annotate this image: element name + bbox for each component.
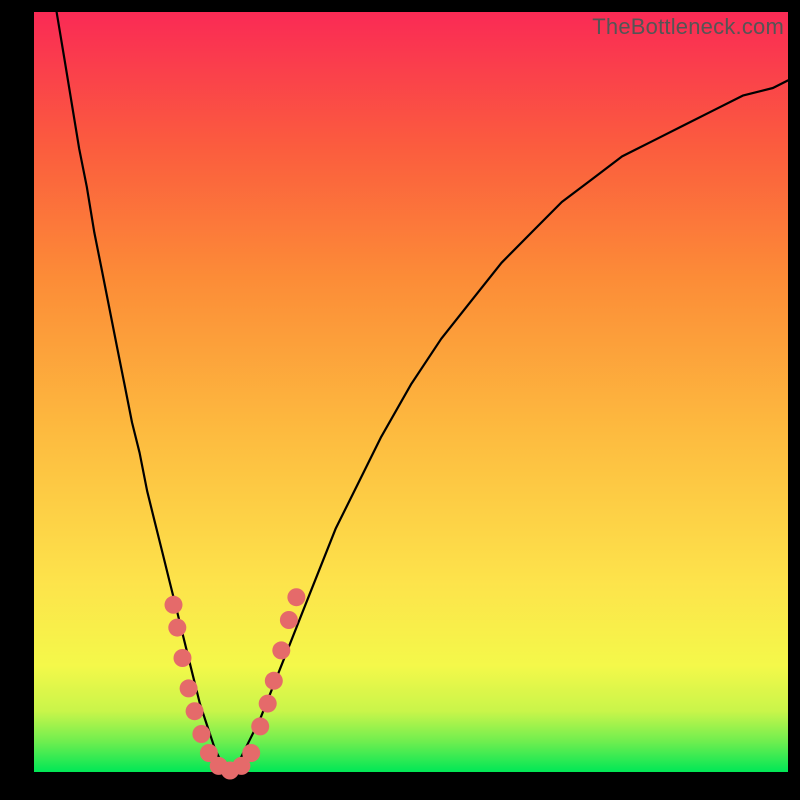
bottleneck-curve [57,12,788,772]
data-marker [180,679,198,697]
chart-frame: TheBottleneck.com [0,0,800,800]
data-marker [259,695,277,713]
data-marker [168,619,186,637]
curve-layer [57,12,788,772]
data-marker [251,717,269,735]
chart-svg [34,12,788,772]
data-marker [272,641,290,659]
marker-layer [165,588,306,779]
data-marker [287,588,305,606]
data-marker [165,596,183,614]
data-marker [186,702,204,720]
data-marker [242,744,260,762]
data-marker [280,611,298,629]
data-marker [265,672,283,690]
plot-area [34,12,788,772]
watermark-text: TheBottleneck.com [592,14,784,40]
data-marker [174,649,192,667]
data-marker [192,725,210,743]
